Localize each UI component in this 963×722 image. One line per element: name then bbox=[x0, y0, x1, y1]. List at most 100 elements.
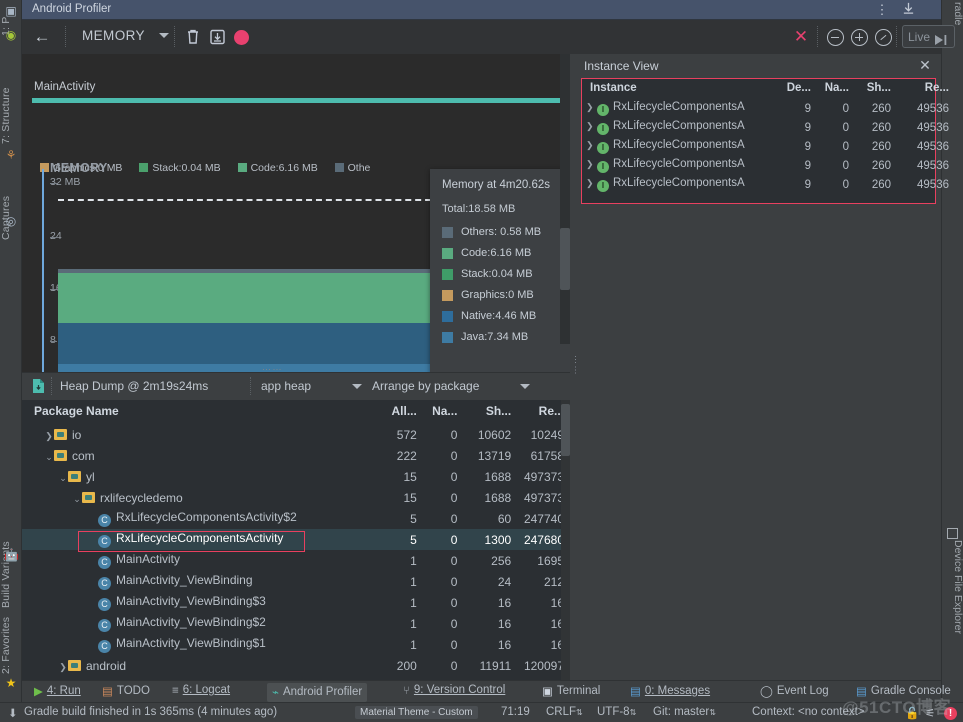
zoom-in-icon[interactable] bbox=[851, 29, 868, 46]
tool-gradle-console[interactable]: ▤ Gradle Console bbox=[856, 684, 951, 701]
tool-todo[interactable]: ▤ TODO bbox=[102, 684, 150, 701]
cell-native: 0 bbox=[450, 490, 458, 505]
column-native-size[interactable]: Na... bbox=[423, 400, 464, 424]
chevron-down-icon[interactable] bbox=[159, 33, 169, 38]
column-native[interactable]: Na... bbox=[815, 79, 853, 99]
table-row[interactable]: ⌄ com 222 0 13719 61758 bbox=[22, 445, 570, 466]
cell-native: 0 bbox=[422, 529, 464, 550]
cell-shallow: 24 bbox=[497, 574, 512, 589]
collapse-arrow-icon[interactable]: ⌄ bbox=[58, 473, 68, 484]
close-icon[interactable]: ✕ bbox=[918, 58, 932, 72]
theme-indicator[interactable]: Material Theme - Custom bbox=[355, 706, 478, 719]
row-name: com bbox=[72, 448, 95, 463]
table-row[interactable]: ❯ I RxLifecycleComponentsA 9 0 260 49536 bbox=[582, 175, 953, 194]
tooltip-row: Stack:0.04 MB bbox=[442, 268, 570, 280]
session-type-label[interactable]: MEMORY bbox=[82, 28, 145, 43]
tool-logcat[interactable]: ≡ 6: Logcat bbox=[172, 684, 230, 701]
sidebar-item-build-variants[interactable]: Build Variants bbox=[0, 518, 22, 608]
column-shallow-size[interactable]: Sh... bbox=[463, 400, 517, 424]
sidebar-item-favorites[interactable]: 2: Favorites bbox=[0, 600, 22, 674]
trash-icon[interactable] bbox=[186, 29, 200, 50]
table-row[interactable]: ⌄ rxlifecycledemo 15 0 1688 497373 bbox=[22, 487, 570, 508]
save-heap-dump-icon[interactable] bbox=[210, 29, 225, 50]
profiler-title-bar: Android Profiler ⋮ bbox=[22, 0, 941, 20]
table-row[interactable]: ❯ io 572 0 10602 10249 bbox=[22, 424, 570, 445]
tool-event-log[interactable]: ◯ Event Log bbox=[760, 684, 829, 701]
expand-arrow-icon[interactable]: ❯ bbox=[586, 178, 597, 189]
event-log-icon: ◯ bbox=[760, 686, 773, 698]
tool-messages[interactable]: ▤ 0: Messages bbox=[630, 684, 710, 701]
kebab-menu-icon[interactable]: ⋮ bbox=[875, 2, 889, 17]
column-shallow[interactable]: Sh... bbox=[853, 79, 895, 99]
zoom-reset-icon[interactable] bbox=[875, 29, 892, 46]
sidebar-item-device-file-explorer[interactable]: Device File Explorer bbox=[942, 540, 963, 660]
heap-table-scrollbar-track[interactable] bbox=[561, 400, 570, 680]
line-separator[interactable]: CRLF⇅ bbox=[546, 706, 583, 718]
table-row[interactable]: C MainActivity_ViewBinding$1 1 0 16 16 bbox=[22, 634, 570, 655]
table-row[interactable]: ❯ I RxLifecycleComponentsA 9 0 260 49536 bbox=[582, 156, 953, 175]
error-icon[interactable]: ! bbox=[944, 707, 957, 720]
chart-scrollbar-track[interactable] bbox=[560, 54, 570, 344]
column-retained[interactable]: Re... bbox=[895, 79, 953, 99]
row-name: MainActivity_ViewBinding$3 bbox=[116, 594, 266, 608]
table-row[interactable]: ⌄ yl 15 0 1688 497373 bbox=[22, 466, 570, 487]
tool-run[interactable]: ▶ 4: Run bbox=[34, 684, 81, 701]
heap-select[interactable]: app heap bbox=[261, 379, 311, 393]
collapse-arrow-icon[interactable]: ⌄ bbox=[44, 452, 54, 463]
download-icon[interactable] bbox=[901, 2, 915, 17]
inspection-icon[interactable]: ⚟ bbox=[925, 706, 935, 720]
expand-arrow-icon[interactable]: ❯ bbox=[586, 159, 597, 170]
encoding[interactable]: UTF-8⇅ bbox=[597, 706, 636, 718]
heap-dump-capture-label[interactable]: Heap Dump @ 2m19s24ms bbox=[60, 379, 208, 393]
chevron-down-icon[interactable] bbox=[352, 384, 362, 389]
expand-arrow-icon[interactable]: ❯ bbox=[44, 431, 54, 442]
record-icon[interactable] bbox=[234, 30, 249, 45]
expand-arrow-icon[interactable]: ❯ bbox=[58, 662, 68, 673]
class-icon: C bbox=[98, 535, 111, 548]
sidebar-item-captures[interactable]: Captures bbox=[0, 170, 22, 240]
collapse-arrow-icon[interactable]: ⌄ bbox=[72, 494, 82, 505]
table-row-selected[interactable]: C RxLifecycleComponentsActivity 5 0 1300 2476… bbox=[22, 529, 570, 550]
tool-android-profiler[interactable]: ⌁ Android Profiler bbox=[267, 683, 368, 702]
caret-position[interactable]: 71:19 bbox=[501, 706, 530, 718]
instance-name: RxLifecycleComponentsA bbox=[613, 139, 745, 151]
row-name: MainActivity_ViewBinding$2 bbox=[116, 615, 266, 629]
context-indicator[interactable]: Context: <no context> bbox=[752, 706, 865, 718]
table-row[interactable]: ❯ I RxLifecycleComponentsA 9 0 260 49536 bbox=[582, 118, 953, 137]
table-row[interactable]: C MainActivity_ViewBinding$3 1 0 16 16 bbox=[22, 592, 570, 613]
run-icon: ▶ bbox=[34, 686, 43, 698]
cell-shallow: 1300 bbox=[463, 529, 518, 550]
column-package-name[interactable]: Package Name bbox=[22, 400, 377, 424]
table-row[interactable]: ❯ I RxLifecycleComponentsA 9 0 260 49536 bbox=[582, 137, 953, 156]
git-branch[interactable]: Git: master⇅ bbox=[653, 706, 716, 718]
table-row[interactable]: C MainActivity_ViewBinding$2 1 0 16 16 bbox=[22, 613, 570, 634]
live-button[interactable]: Live bbox=[902, 25, 955, 48]
arrange-select[interactable]: Arrange by package bbox=[372, 379, 479, 393]
close-icon[interactable]: ✕ bbox=[792, 28, 810, 46]
captures-icon: ◎ bbox=[5, 214, 17, 228]
expand-arrow-icon[interactable]: ❯ bbox=[586, 140, 597, 151]
table-row[interactable]: C MainActivity 1 0 256 1695 bbox=[22, 550, 570, 571]
back-arrow-icon[interactable]: ← bbox=[32, 27, 52, 47]
chart-scrollbar-thumb[interactable] bbox=[560, 228, 570, 290]
column-depth[interactable]: De... bbox=[777, 79, 815, 99]
table-row[interactable]: C MainActivity_ViewBinding 1 0 24 212 bbox=[22, 571, 570, 592]
zoom-out-icon[interactable] bbox=[827, 29, 844, 46]
chevron-down-icon[interactable] bbox=[520, 384, 530, 389]
tool-version-control[interactable]: ⑂ 9: Version Control bbox=[403, 684, 505, 701]
tool-terminal[interactable]: ▣ Terminal bbox=[542, 684, 600, 701]
build-message[interactable]: Gradle build finished in 1s 365ms (4 min… bbox=[24, 706, 277, 718]
sidebar-item-structure[interactable]: 7: Structure bbox=[0, 66, 22, 144]
column-allocations[interactable]: All... bbox=[377, 400, 423, 424]
table-row[interactable]: ❯ android 200 0 11911 120097 bbox=[22, 655, 570, 676]
logcat-icon: ≡ bbox=[172, 685, 179, 697]
heap-table-scrollbar-thumb[interactable] bbox=[561, 404, 570, 456]
instance-icon: I bbox=[597, 123, 609, 135]
table-row[interactable]: C RxLifecycleComponentsActivity$2 5 0 60 2477… bbox=[22, 508, 570, 529]
lock-icon[interactable]: 🔓 bbox=[905, 706, 919, 720]
expand-arrow-icon[interactable]: ❯ bbox=[586, 102, 597, 113]
vertical-splitter[interactable]: ⋯⋯ bbox=[571, 355, 581, 376]
column-instance[interactable]: Instance bbox=[582, 79, 777, 99]
table-row[interactable]: ❯ I RxLifecycleComponentsA 9 0 260 49536 bbox=[582, 99, 953, 118]
expand-arrow-icon[interactable]: ❯ bbox=[586, 121, 597, 132]
